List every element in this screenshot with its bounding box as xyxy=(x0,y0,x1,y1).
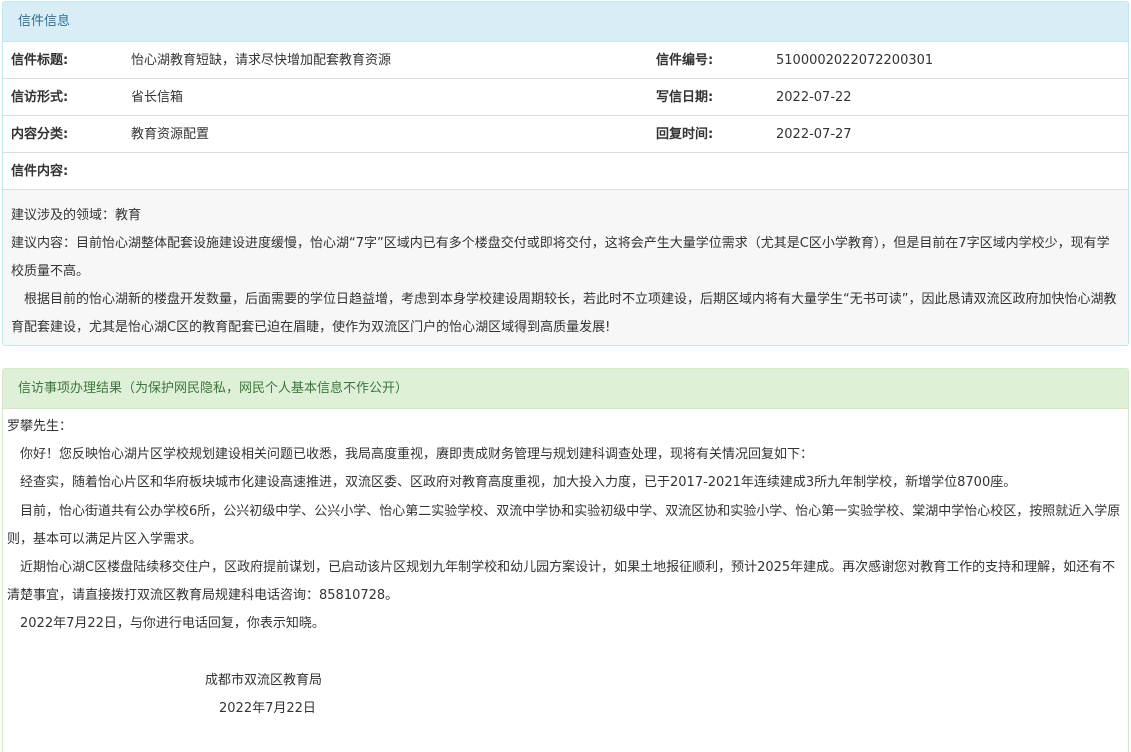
letter-content-label: 信件内容: xyxy=(11,164,69,179)
reply-paragraph: 2022年7月22日，与你进行电话回复，你表示知晓。 xyxy=(7,616,325,632)
letter-title-label: 信件标题: xyxy=(11,53,69,68)
letter-content-body: 建议涉及的领域：教育 建议内容：目前怡心湖整体配套设施建设进度缓慢，怡心湖“7字… xyxy=(3,190,1128,345)
content-line: 根据目前的怡心湖新的楼盘开发数量，后面需要的学位日趋益增，考虑到本身学校建设周期… xyxy=(11,292,1117,335)
reply-paragraph: 你好！您反映怡心湖片区学校规划建设相关问题已收悉，我局高度重视，赓即责成财务管理… xyxy=(7,447,814,463)
reply-time-value: 2022-07-27 xyxy=(776,127,852,142)
letter-date-value: 2022-07-22 xyxy=(776,90,852,105)
letter-number-value: 5100002022072200301 xyxy=(776,53,934,68)
letter-form-row: 信访形式: 省长信箱 写信日期: 2022-07-22 xyxy=(3,79,1128,116)
reply-time-label: 回复时间: xyxy=(656,127,714,142)
result-panel: 信访事项办理结果（为保护网民隐私，网民个人基本信息不作公开） 罗攀先生： 你好！… xyxy=(2,368,1129,752)
reply-body: 罗攀先生： 你好！您反映怡心湖片区学校规划建设相关问题已收悉，我局高度重视，赓即… xyxy=(3,409,1128,723)
content-line: 建议内容：目前怡心湖整体配套设施建设进度缓慢，怡心湖“7字”区域内已有多个楼盘交… xyxy=(11,236,1110,279)
letter-info-header: 信件信息 xyxy=(3,2,1128,42)
signature-date: 2022年7月22日 xyxy=(219,701,316,717)
result-header: 信访事项办理结果（为保护网民隐私，网民个人基本信息不作公开） xyxy=(3,369,1128,409)
letter-form-label: 信访形式: xyxy=(11,90,69,105)
reply-paragraph: 近期怡心湖C区楼盘陆续移交住户，区政府提前谋划，已启动该片区规划九年制学校和幼儿… xyxy=(7,560,1116,604)
letter-category-value: 教育资源配置 xyxy=(131,127,210,142)
reply-paragraph: 经查实，随着怡心片区和华府板块城市化建设高速推进，双流区委、区政府对教育高度重视… xyxy=(7,475,1017,491)
letter-number-label: 信件编号: xyxy=(656,53,714,68)
letter-content-row: 信件内容: xyxy=(3,153,1128,190)
content-line: 建议涉及的领域：教育 xyxy=(11,208,142,223)
letter-title-value: 怡心湖教育短缺，请求尽快增加配套教育资源 xyxy=(131,53,392,68)
letter-date-label: 写信日期: xyxy=(656,90,714,105)
signature-org: 成都市双流区教育局 xyxy=(205,672,323,688)
letter-category-row: 内容分类: 教育资源配置 回复时间: 2022-07-27 xyxy=(3,116,1128,153)
reply-paragraph: 罗攀先生： xyxy=(7,419,73,434)
reply-paragraph: 目前，怡心街道共有公办学校6所，公兴初级中学、公兴小学、怡心第二实验学校、双流中… xyxy=(7,503,1121,547)
signature: 成都市双流区教育局 2022年7月22日 xyxy=(7,667,1124,723)
letter-form-value: 省长信箱 xyxy=(131,90,184,105)
letter-info-panel: 信件信息 信件标题: 怡心湖教育短缺，请求尽快增加配套教育资源 信件编号: 51… xyxy=(2,1,1129,346)
letter-title-row: 信件标题: 怡心湖教育短缺，请求尽快增加配套教育资源 信件编号: 5100002… xyxy=(3,42,1128,79)
letter-category-label: 内容分类: xyxy=(11,127,69,142)
